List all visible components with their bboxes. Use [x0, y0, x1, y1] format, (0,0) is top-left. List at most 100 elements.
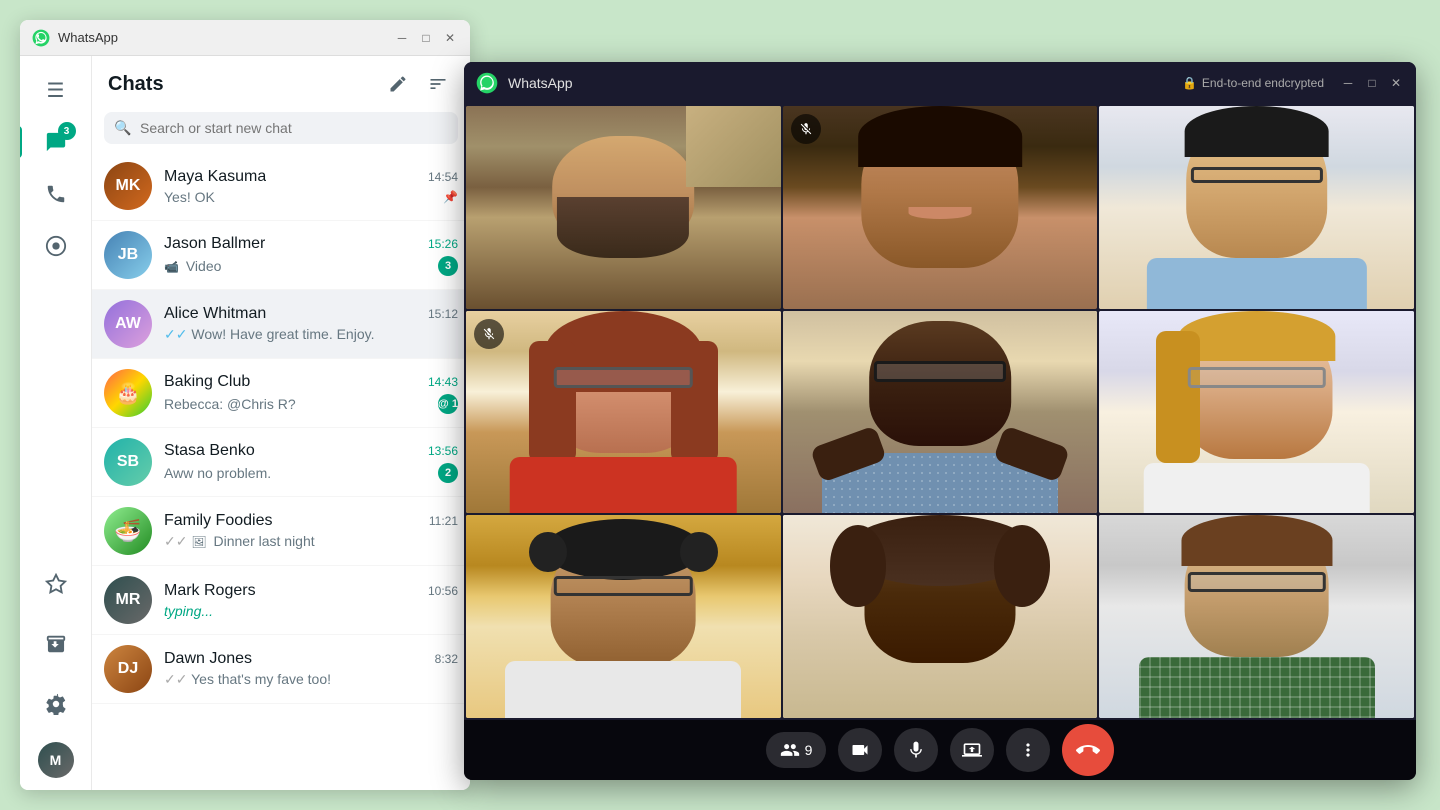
- chat-preview-maya: Yes! OK: [164, 189, 439, 205]
- chat-name-alice: Alice Whitman: [164, 305, 266, 323]
- chat-preview-alice: ✓✓ Wow! Have great time. Enjoy.: [164, 326, 458, 343]
- video-cell-8: [783, 515, 1098, 718]
- chat-item-mark[interactable]: MR Mark Rogers 10:56 typing...: [92, 566, 470, 635]
- chat-avatar-family: 🍜: [104, 507, 152, 555]
- video-app-title: WhatsApp: [508, 75, 1182, 91]
- sidebar-item-chats[interactable]: 3: [34, 120, 78, 164]
- video-bottom-bar: 9: [464, 720, 1416, 780]
- chats-panel: Chats 🔍 MK: [92, 56, 470, 790]
- participants-button[interactable]: 9: [766, 732, 827, 768]
- video-cell-1: 🎤: [466, 106, 781, 309]
- chats-title: Chats: [108, 73, 382, 96]
- chats-header-icons: [382, 68, 454, 100]
- more-options-button[interactable]: [1006, 728, 1050, 772]
- chat-badge-baking: @ 1: [438, 394, 458, 414]
- pin-icon-maya: 📌: [443, 190, 458, 204]
- chat-preview-family: ✓✓ 🖼 Dinner last night: [164, 533, 458, 550]
- end-call-button[interactable]: [1062, 724, 1114, 776]
- person-7: [466, 515, 781, 718]
- sidebar-item-archive[interactable]: [34, 622, 78, 666]
- person-3: [1099, 106, 1414, 309]
- chat-time-family: 11:21: [429, 514, 458, 528]
- mute-indicator-4: [474, 319, 504, 349]
- minimize-button[interactable]: ─: [394, 30, 410, 46]
- sidebar-item-settings[interactable]: [34, 682, 78, 726]
- chat-avatar-stasa: SB: [104, 438, 152, 486]
- person-1: [466, 106, 781, 309]
- video-call-window: WhatsApp 🔒 End-to-end endcrypted ─ □ ✕: [464, 62, 1416, 780]
- video-titlebar: WhatsApp 🔒 End-to-end endcrypted ─ □ ✕: [464, 62, 1416, 104]
- search-icon: 🔍: [114, 120, 131, 137]
- chat-preview-jason: 📹 Video: [164, 258, 432, 274]
- maximize-button[interactable]: □: [418, 30, 434, 46]
- chat-time-alice: 15:12: [428, 307, 458, 321]
- chat-item-family[interactable]: 🍜 Family Foodies 11:21 ✓✓ 🖼 Dinner last …: [92, 497, 470, 566]
- video-toggle-button[interactable]: [838, 728, 882, 772]
- chat-name-jason: Jason Ballmer: [164, 235, 265, 253]
- video-close-button[interactable]: ✕: [1388, 75, 1404, 91]
- chat-avatar-alice: AW: [104, 300, 152, 348]
- audio-toggle-button[interactable]: [894, 728, 938, 772]
- user-avatar[interactable]: M: [38, 742, 74, 778]
- chat-item-baking[interactable]: 🎂 Baking Club 14:43 Rebecca: @Chris R? @…: [92, 359, 470, 428]
- video-cell-2: [783, 106, 1098, 309]
- chat-item-dawn[interactable]: DJ Dawn Jones 8:32 ✓✓ Yes that's my fave…: [92, 635, 470, 704]
- sidebar-bottom: M: [34, 562, 78, 790]
- chat-time-baking: 14:43: [428, 375, 458, 389]
- person-6: [1099, 311, 1414, 514]
- chat-info-mark: Mark Rogers 10:56 typing...: [164, 582, 458, 619]
- close-button[interactable]: ✕: [442, 30, 458, 46]
- video-cell-5: [783, 311, 1098, 514]
- chat-info-maya: Maya Kasuma 14:54 Yes! OK 📌: [164, 168, 458, 205]
- chat-avatar-maya: MK: [104, 162, 152, 210]
- new-chat-button[interactable]: [382, 68, 414, 100]
- video-cell-6: [1099, 311, 1414, 514]
- window-controls[interactable]: ─ □ ✕: [394, 30, 458, 46]
- video-cell-9: [1099, 515, 1414, 718]
- chats-badge: 3: [58, 122, 76, 140]
- sidebar-item-hamburger[interactable]: ☰: [34, 68, 78, 112]
- sidebar-item-status[interactable]: [34, 224, 78, 268]
- person-5: [783, 311, 1098, 514]
- chat-info-family: Family Foodies 11:21 ✓✓ 🖼 Dinner last ni…: [164, 512, 458, 550]
- chat-item-stasa[interactable]: SB Stasa Benko 13:56 Aww no problem. 2: [92, 428, 470, 497]
- video-cell-4: [466, 311, 781, 514]
- video-maximize-button[interactable]: □: [1364, 75, 1380, 91]
- search-input[interactable]: [104, 112, 458, 144]
- lock-icon: 🔒: [1182, 76, 1197, 90]
- main-app-icon: [32, 29, 50, 47]
- person-4: [466, 311, 781, 514]
- main-window: WhatsApp ─ □ ✕ ☰ 3: [20, 20, 470, 790]
- chat-name-mark: Mark Rogers: [164, 582, 256, 600]
- video-cell-7: [466, 515, 781, 718]
- chat-time-dawn: 8:32: [435, 652, 458, 666]
- chat-preview-dawn: ✓✓ Yes that's my fave too!: [164, 671, 458, 688]
- encrypted-badge: 🔒 End-to-end endcrypted: [1182, 76, 1324, 90]
- sidebar-item-calls[interactable]: [34, 172, 78, 216]
- screen-share-button[interactable]: [950, 728, 994, 772]
- sidebar-item-starred[interactable]: [34, 562, 78, 606]
- chat-avatar-jason: JB: [104, 231, 152, 279]
- participants-count-label: 9: [805, 742, 813, 758]
- mute-indicator-2: [791, 114, 821, 144]
- chat-info-dawn: Dawn Jones 8:32 ✓✓ Yes that's my fave to…: [164, 650, 458, 688]
- person-8: [783, 515, 1098, 718]
- chat-info-baking: Baking Club 14:43 Rebecca: @Chris R? @ 1: [164, 373, 458, 414]
- chat-item-alice[interactable]: AW Alice Whitman 15:12 ✓✓ Wow! Have grea…: [92, 290, 470, 359]
- chat-item-maya[interactable]: MK Maya Kasuma 14:54 Yes! OK 📌: [92, 152, 470, 221]
- chat-badge-jason: 3: [438, 256, 458, 276]
- chat-name-baking: Baking Club: [164, 373, 250, 391]
- chat-name-maya: Maya Kasuma: [164, 168, 266, 186]
- chat-name-stasa: Stasa Benko: [164, 442, 255, 460]
- chat-avatar-baking: 🎂: [104, 369, 152, 417]
- chats-header: Chats: [92, 56, 470, 108]
- video-cell-3: [1099, 106, 1414, 309]
- person-2: [783, 106, 1098, 309]
- chat-item-jason[interactable]: JB Jason Ballmer 15:26 📹 Video 3: [92, 221, 470, 290]
- filter-button[interactable]: [422, 68, 454, 100]
- chat-info-jason: Jason Ballmer 15:26 📹 Video 3: [164, 235, 458, 276]
- video-minimize-button[interactable]: ─: [1340, 75, 1356, 91]
- chat-name-dawn: Dawn Jones: [164, 650, 252, 668]
- chat-list: MK Maya Kasuma 14:54 Yes! OK 📌 JB: [92, 152, 470, 790]
- sidebar: ☰ 3: [20, 56, 92, 790]
